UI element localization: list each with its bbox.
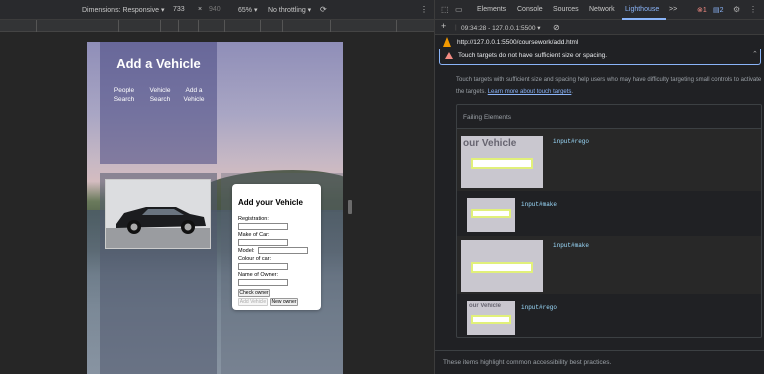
zoom-dropdown[interactable]: 65% ▾ [238, 6, 257, 14]
nav-people-search[interactable]: People Search [106, 86, 142, 104]
report-url: http://127.0.0.1:5500/coursework/add.htm… [457, 39, 579, 46]
chevron-up-icon[interactable]: ⌃ [752, 50, 758, 58]
element-screenshot: our Vehicle [467, 301, 515, 335]
ruler-mark [36, 20, 37, 32]
add-vehicle-button[interactable]: Add Vehicle [238, 298, 268, 306]
nav-vehicle-search[interactable]: Vehicle Search [142, 86, 178, 104]
throttling-dropdown[interactable]: No throttling ▾ [268, 6, 311, 14]
learn-more-link[interactable]: Learn more about touch targets [488, 89, 572, 95]
section-divider [435, 350, 764, 351]
make-input[interactable] [238, 239, 288, 246]
ruler-mark [260, 20, 261, 32]
report-selector-dropdown[interactable]: 09:34:28 - 127.0.0.1:5500 ▾ [461, 24, 541, 32]
touch-target-highlight [471, 209, 511, 218]
model-input[interactable] [258, 247, 308, 254]
element-screenshot: our Vehicle [461, 136, 543, 188]
hero-banner: Add a Vehicle People Search Vehicle Sear… [100, 42, 217, 164]
media-query-ruler [0, 20, 434, 32]
nav-link-line: Vehicle [149, 87, 171, 94]
add-vehicle-form: Add your Vehicle Registration: Make of C… [232, 184, 321, 310]
nav-link-line: Search [113, 96, 135, 103]
error-count-badge[interactable]: ⊗1 [697, 6, 707, 14]
nav-link-line: Vehicle [183, 96, 205, 103]
warning-triangle-icon [445, 52, 453, 59]
nav-link-line: Search [149, 96, 171, 103]
new-report-plus-icon[interactable]: + [441, 21, 446, 31]
nav-link-line: Add a [185, 87, 203, 94]
registration-label: Registration: [238, 216, 269, 222]
tab-elements[interactable]: Elements [477, 6, 506, 13]
registration-input[interactable] [238, 223, 288, 230]
ruler-mark [224, 20, 225, 32]
colour-input[interactable] [238, 263, 288, 270]
form-title: Add your Vehicle [238, 198, 303, 207]
times-sign: × [198, 6, 203, 13]
resize-handle[interactable] [348, 200, 352, 214]
devtools-tab-bar: ⬚ ▭ Elements Console Sources Network Lig… [435, 0, 764, 20]
audit-description-end: . [571, 89, 574, 95]
more-options-icon[interactable]: ⋮ [749, 5, 757, 14]
more-tabs-chevron-icon[interactable]: >> [669, 6, 677, 13]
element-selector[interactable]: input#rego [521, 304, 557, 311]
error-count: 1 [702, 7, 707, 14]
screenshot-text: our Vehicle [469, 303, 502, 309]
element-screenshot [461, 240, 543, 292]
tab-network[interactable]: Network [589, 6, 615, 13]
tab-lighthouse[interactable]: Lighthouse [625, 6, 659, 13]
element-screenshot [467, 198, 515, 232]
toolbar-divider: | [455, 24, 457, 31]
new-owner-button[interactable]: New owner [270, 298, 298, 306]
audit-description: Touch targets with sufficient size and s… [456, 74, 764, 98]
devtools-panel: ⬚ ▭ Elements Console Sources Network Lig… [434, 0, 764, 374]
nav-add-vehicle[interactable]: Add a Vehicle [176, 86, 212, 104]
element-selector[interactable]: input#rego [553, 138, 589, 145]
element-selector[interactable]: input#make [521, 201, 557, 208]
issue-count: 2 [719, 7, 724, 14]
model-label: Model: [238, 248, 255, 254]
tab-console[interactable]: Console [517, 6, 543, 13]
touch-target-highlight [471, 262, 533, 273]
screenshot-text: our Vehicle [463, 138, 517, 149]
car-image [105, 179, 211, 249]
ruler-mark [160, 20, 161, 32]
settings-gear-icon[interactable]: ⚙ [733, 5, 740, 14]
ruler-mark [118, 20, 119, 32]
check-owner-button[interactable]: Check owner [238, 289, 270, 297]
ruler-mark [330, 20, 331, 32]
element-selector[interactable]: input#make [553, 242, 589, 249]
page-title: Add a Vehicle [116, 56, 201, 71]
section-footer-text: These items highlight common accessibili… [443, 359, 612, 366]
issue-count-badge[interactable]: ▤2 [713, 6, 724, 14]
car-illustration [106, 180, 210, 248]
failing-elements-header: Failing Elements [463, 114, 512, 121]
device-toolbar: Dimensions: Responsive ▾ 733 × 940 65% ▾… [0, 0, 434, 20]
height-input[interactable]: 940 [209, 6, 221, 13]
colour-label: Colour of car: [238, 256, 272, 262]
touch-target-highlight [471, 315, 511, 324]
rotate-icon[interactable]: ⟳ [320, 5, 327, 14]
dimensions-dropdown[interactable]: Dimensions: Responsive ▾ [82, 6, 165, 14]
touch-target-highlight [471, 158, 533, 169]
ruler-mark [396, 20, 397, 32]
owner-input[interactable] [238, 279, 288, 286]
more-icon[interactable]: ⋮ [420, 5, 428, 14]
ruler-mark [282, 20, 283, 32]
nav-link-line: People [113, 87, 135, 94]
width-input[interactable]: 733 [173, 6, 185, 13]
clear-reports-icon[interactable]: ⊘ [553, 23, 560, 32]
inspect-element-icon[interactable]: ⬚ [441, 5, 449, 14]
page-viewport: Add a Vehicle People Search Vehicle Sear… [87, 42, 343, 374]
make-label: Make of Car: [238, 232, 270, 238]
device-emulation-pane: Dimensions: Responsive ▾ 733 × 940 65% ▾… [0, 0, 434, 374]
tab-sources[interactable]: Sources [553, 6, 579, 13]
ruler-mark [198, 20, 199, 32]
audit-title[interactable]: Touch targets do not have sufficient siz… [458, 52, 607, 59]
ruler-mark [178, 20, 179, 32]
owner-label: Name of Owner: [238, 272, 279, 278]
lighthouse-toolbar: + | 09:34:28 - 127.0.0.1:5500 ▾ ⊘ [435, 20, 764, 35]
device-toggle-icon[interactable]: ▭ [455, 5, 463, 14]
